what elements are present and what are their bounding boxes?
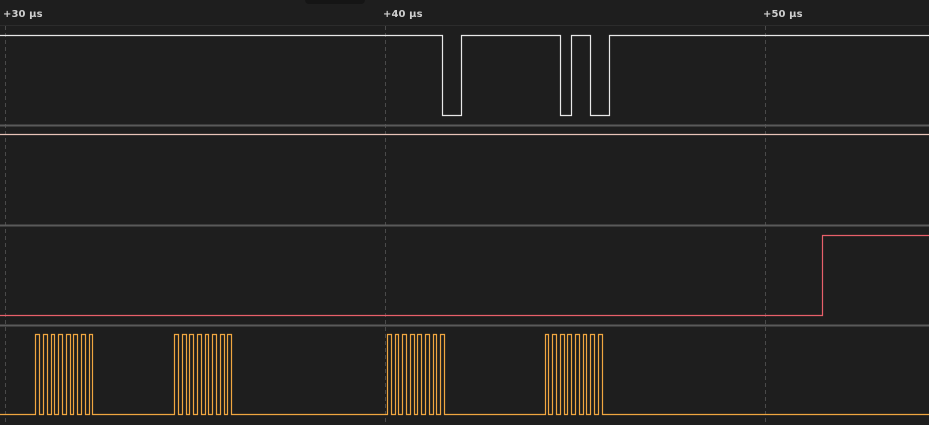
logic-analyzer-viewer[interactable]: +30 µs +40 µs +50 µs xyxy=(0,0,929,425)
channel-0-waveform[interactable] xyxy=(0,34,929,117)
channel-3-waveform[interactable] xyxy=(0,333,929,416)
waveform-canvas[interactable] xyxy=(0,0,929,425)
channel-2-waveform[interactable] xyxy=(0,234,929,317)
